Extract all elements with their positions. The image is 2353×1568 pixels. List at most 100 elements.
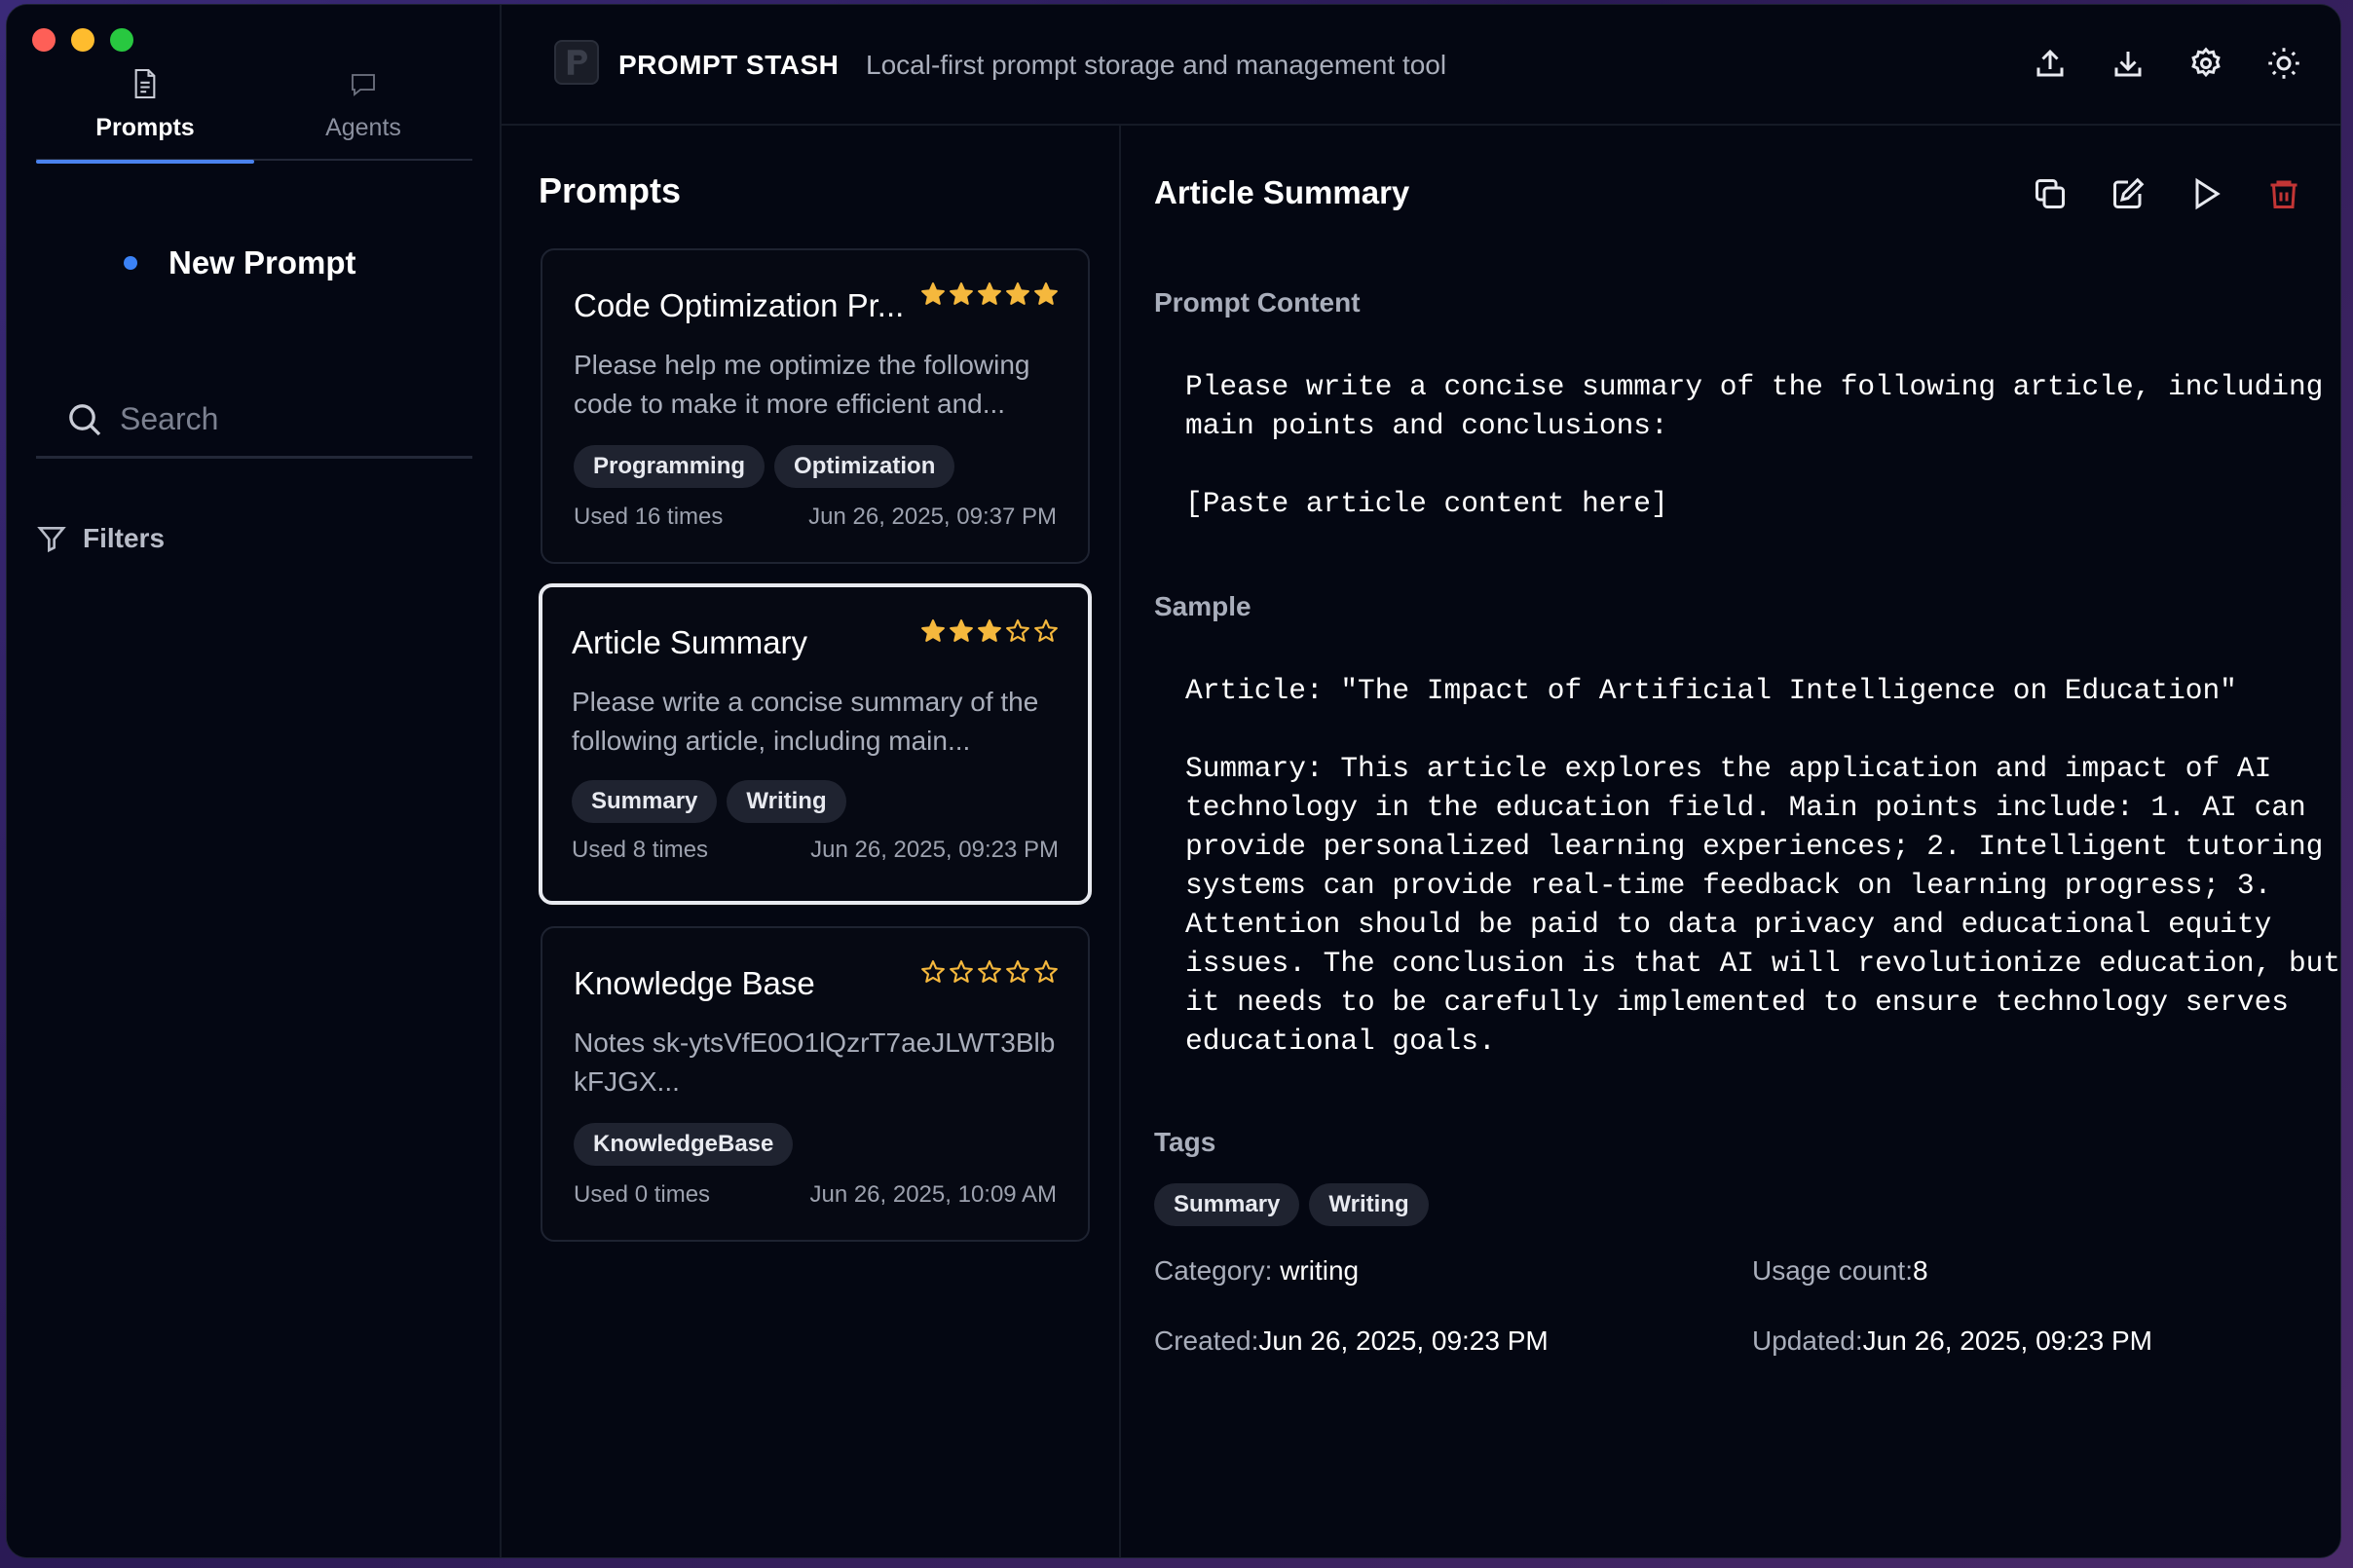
- card-date: Jun 26, 2025, 10:09 AM: [809, 1181, 1057, 1208]
- card-title: Knowledge Base: [574, 965, 815, 1001]
- card-tags: KnowledgeBase: [574, 1123, 794, 1166]
- edit-icon[interactable]: [2110, 176, 2146, 211]
- star-filled-icon[interactable]: [949, 281, 974, 307]
- prompt-content-text: Please write a concise summary of the fo…: [1185, 370, 2324, 520]
- tags-label: Tags: [1154, 1127, 1216, 1157]
- tab-agents-label: Agents: [325, 114, 401, 141]
- card-tags: Programming Optimization: [574, 445, 955, 488]
- sidebar-tabs: Prompts Agents: [36, 59, 472, 164]
- star-filled-icon[interactable]: [920, 618, 946, 644]
- star-empty-icon[interactable]: [920, 959, 946, 985]
- upload-icon[interactable]: [2033, 46, 2068, 81]
- minimize-window-button[interactable]: [71, 28, 94, 52]
- detail-tags: Summary Writing: [1154, 1183, 1429, 1226]
- sun-icon[interactable]: [2266, 46, 2301, 81]
- usage-count: Used 0 times: [574, 1181, 711, 1208]
- tag-badge: Writing: [1309, 1183, 1429, 1226]
- play-icon[interactable]: [2188, 176, 2223, 211]
- usage-count: Used 16 times: [574, 504, 724, 530]
- updated-value: Jun 26, 2025, 09:23 PM: [1862, 1325, 2152, 1356]
- card-description: Please help me optimize the following co…: [574, 350, 1030, 419]
- gear-icon[interactable]: [2188, 46, 2223, 81]
- app-header: PROMPT STASH Local-first prompt storage …: [502, 5, 2340, 126]
- card-tags: Summary Writing: [572, 780, 846, 823]
- star-empty-icon[interactable]: [1033, 959, 1059, 985]
- tab-agents[interactable]: Agents: [254, 59, 472, 161]
- new-prompt-label: New Prompt: [168, 244, 356, 280]
- download-icon[interactable]: [2110, 46, 2146, 81]
- star-empty-icon[interactable]: [1033, 618, 1059, 644]
- search-input[interactable]: [120, 401, 451, 437]
- created-value: Jun 26, 2025, 09:23 PM: [1258, 1325, 1549, 1356]
- list-title: Prompts: [539, 170, 682, 210]
- updated-key: Updated:: [1752, 1325, 1863, 1356]
- card-date: Jun 26, 2025, 09:23 PM: [810, 837, 1059, 863]
- usage-key: Usage count:: [1752, 1255, 1913, 1286]
- star-filled-icon[interactable]: [1005, 281, 1030, 307]
- tab-prompts-label: Prompts: [95, 114, 195, 141]
- star-filled-icon[interactable]: [1033, 281, 1059, 307]
- document-icon: [134, 68, 156, 99]
- tag-badge: Optimization: [774, 445, 955, 488]
- copy-icon[interactable]: [2033, 176, 2068, 211]
- usage-count: Used 8 times: [572, 837, 709, 863]
- star-filled-icon[interactable]: [977, 618, 1002, 644]
- star-filled-icon[interactable]: [920, 281, 946, 307]
- card-title: Code Optimization Pr...: [574, 287, 905, 323]
- zoom-window-button[interactable]: [110, 28, 133, 52]
- app-window: Prompts Agents New Prompt Filters: [6, 4, 2341, 1558]
- app-title: PROMPT STASH: [618, 50, 840, 80]
- category-key: Category:: [1154, 1255, 1273, 1286]
- usage-meta: Usage count:8: [1752, 1255, 1928, 1287]
- star-rating[interactable]: [920, 618, 1059, 644]
- category-value: writing: [1280, 1255, 1360, 1286]
- trash-icon[interactable]: [2266, 176, 2301, 211]
- star-rating[interactable]: [920, 281, 1059, 307]
- tab-prompts[interactable]: Prompts: [36, 59, 254, 164]
- prompt-list-pane: Prompts Code Optimization Pr... Please h…: [502, 126, 1121, 1557]
- tag-badge: Summary: [1154, 1183, 1300, 1226]
- detail-actions: [2033, 176, 2301, 211]
- sidebar: Prompts Agents New Prompt Filters: [7, 5, 502, 1557]
- header-actions: [2033, 46, 2301, 81]
- filters-label: Filters: [83, 523, 166, 553]
- prompt-detail-pane: Article Summary Prompt Content Please wr…: [1121, 126, 2340, 1557]
- prompt-card-selected[interactable]: Article Summary Please write a concise s…: [539, 583, 1092, 905]
- star-filled-icon[interactable]: [977, 281, 1002, 307]
- created-meta: Created:Jun 26, 2025, 09:23 PM: [1154, 1325, 1549, 1357]
- prompt-card[interactable]: Code Optimization Pr... Please help me o…: [541, 248, 1090, 564]
- created-key: Created:: [1154, 1325, 1259, 1356]
- logo-p-icon: [567, 50, 587, 75]
- window-controls: [32, 28, 133, 52]
- star-empty-icon[interactable]: [949, 959, 974, 985]
- prompt-card[interactable]: Knowledge Base Notes sk-ytsVfE0O1lQzrT7a…: [541, 926, 1090, 1242]
- tag-badge: Writing: [727, 780, 846, 823]
- detail-title: Article Summary: [1154, 174, 1410, 210]
- filters-button[interactable]: Filters: [36, 523, 165, 554]
- star-filled-icon[interactable]: [949, 618, 974, 644]
- star-empty-icon[interactable]: [1005, 618, 1030, 644]
- new-prompt-dot-icon: [124, 256, 137, 270]
- app-logo: [554, 40, 599, 85]
- search-bar: [36, 383, 472, 459]
- close-window-button[interactable]: [32, 28, 56, 52]
- sample-text: Article: "The Impact of Artificial Intel…: [1185, 674, 2341, 1058]
- star-rating[interactable]: [920, 959, 1059, 985]
- card-title: Article Summary: [572, 624, 808, 660]
- card-date: Jun 26, 2025, 09:37 PM: [808, 504, 1057, 530]
- tag-badge: KnowledgeBase: [574, 1123, 794, 1166]
- chat-bubble-icon: [352, 74, 375, 96]
- star-empty-icon[interactable]: [977, 959, 1002, 985]
- star-empty-icon[interactable]: [1005, 959, 1030, 985]
- tag-badge: Summary: [572, 780, 718, 823]
- tag-badge: Programming: [574, 445, 766, 488]
- new-prompt-button[interactable]: New Prompt: [124, 244, 356, 281]
- search-icon: [69, 403, 101, 435]
- prompt-content-label: Prompt Content: [1154, 287, 1361, 317]
- app-subtitle: Local-first prompt storage and managemen…: [866, 50, 1447, 80]
- usage-value: 8: [1913, 1255, 1928, 1286]
- filter-icon: [37, 527, 66, 553]
- updated-meta: Updated:Jun 26, 2025, 09:23 PM: [1752, 1325, 2152, 1357]
- category-meta: Category: writing: [1154, 1255, 1359, 1287]
- card-description: Notes sk-ytsVfE0O1lQzrT7aeJLWT3BlbkFJGX.…: [574, 1027, 1056, 1097]
